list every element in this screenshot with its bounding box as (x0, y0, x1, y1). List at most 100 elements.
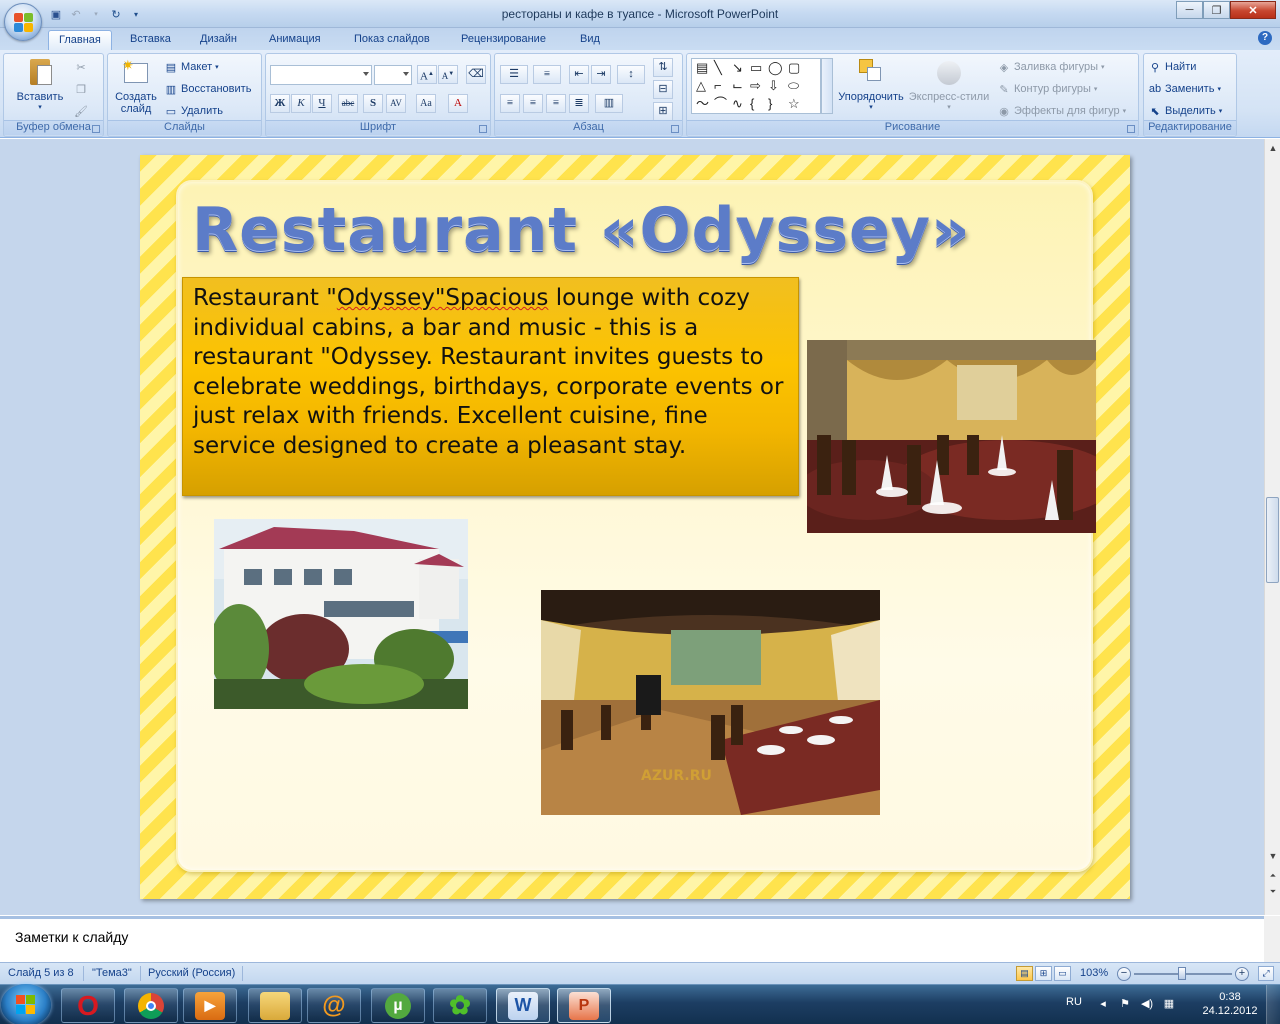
volume-icon[interactable]: ◀) (1140, 997, 1154, 1011)
input-language[interactable]: RU (1066, 996, 1082, 1008)
grow-font-button[interactable]: A▲ (417, 65, 437, 84)
maximize-button[interactable]: ❐ (1203, 1, 1230, 19)
strikethrough-button[interactable]: abc (338, 94, 358, 113)
rectangle-shape-icon[interactable]: ▭ (750, 61, 762, 75)
restaurant-hall-photo[interactable]: AZUR.RU (541, 590, 880, 815)
slide-title[interactable]: Restaurant «Odyssey» (192, 195, 1072, 265)
clock[interactable]: 0:38 24.12.2012 (1200, 990, 1260, 1018)
clear-format-icon[interactable]: ⌫ (466, 65, 486, 84)
justify-button[interactable]: ≣ (569, 94, 589, 113)
underline-button[interactable]: Ч (312, 94, 332, 113)
network-icon[interactable]: ▦ (1162, 997, 1176, 1011)
bullets-button[interactable]: ☰ (500, 65, 528, 84)
star-shape-icon[interactable]: ☆ (788, 97, 800, 111)
tab-review[interactable]: Рецензирование (451, 30, 556, 50)
copy-button[interactable]: ❐ (74, 80, 88, 98)
increase-indent-button[interactable]: ⇥ (591, 65, 611, 84)
zoom-level[interactable]: 103% (1080, 967, 1108, 979)
paragraph-launcher-icon[interactable] (671, 125, 679, 133)
down-arrow-shape-icon[interactable]: ⇩ (768, 79, 779, 93)
left-brace-shape-icon[interactable]: { (750, 97, 754, 111)
start-button[interactable] (1, 984, 51, 1024)
shape-effects-button[interactable]: ◉ Эффекты для фигур ▾ (997, 102, 1126, 120)
shadow-button[interactable]: S (363, 94, 383, 113)
zoom-in-icon[interactable]: + (1235, 967, 1249, 981)
align-left-button[interactable]: ≡ (500, 94, 520, 113)
smartart-button[interactable]: ⊞ (653, 102, 673, 121)
font-size-combo[interactable] (374, 65, 412, 85)
scroll-thumb[interactable] (1266, 497, 1279, 583)
close-button[interactable]: ✕ (1230, 1, 1276, 19)
oval-shape-icon[interactable]: ◯ (768, 61, 783, 75)
change-case-button[interactable]: Aa (416, 94, 436, 113)
triangle-shape-icon[interactable]: △ (696, 79, 706, 93)
flowchart-shape-icon[interactable]: ⬭ (788, 79, 799, 93)
spacing-button[interactable]: AV (386, 94, 406, 113)
zoom-slider-thumb[interactable] (1178, 967, 1186, 980)
zoom-out-icon[interactable]: − (1117, 967, 1131, 981)
decrease-indent-button[interactable]: ⇤ (569, 65, 589, 84)
scroll-up-icon[interactable]: ▲ (1268, 143, 1278, 153)
elbow-arrow-icon[interactable]: ⌙ (732, 79, 743, 93)
taskbar-utorrent[interactable]: µ (371, 988, 425, 1023)
line-spacing-button[interactable]: ↕ (617, 65, 645, 84)
slideshow-view-button[interactable]: ▭ (1054, 966, 1071, 981)
tab-view[interactable]: Вид (570, 30, 610, 50)
layout-button[interactable]: ▤ Макет ▾ (164, 58, 219, 76)
font-name-combo[interactable] (270, 65, 372, 85)
notes-scrollbar[interactable] (1264, 916, 1280, 962)
action-center-icon[interactable]: ⚑ (1118, 997, 1132, 1011)
align-text-button[interactable]: ⊟ (653, 80, 673, 99)
shape-fill-button[interactable]: ◈ Заливка фигуры ▾ (997, 58, 1105, 76)
tab-design[interactable]: Дизайн (190, 30, 247, 50)
font-color-button[interactable]: A (448, 94, 468, 113)
slide-body-textbox[interactable]: Restaurant "Odyssey"Spacious lounge with… (182, 277, 799, 496)
shapes-gallery[interactable]: ▤ ╲ ↘ ▭ ◯ ▢ △ ⌐ ⌙ ⇨ ⇩ ⬭ 〜 ⌒ ∿ { } ☆ (691, 58, 821, 114)
taskbar-chrome[interactable] (124, 988, 178, 1023)
right-arrow-shape-icon[interactable]: ⇨ (750, 79, 761, 93)
taskbar-powerpoint[interactable]: P (557, 988, 611, 1023)
language-status[interactable]: Русский (Россия) (148, 967, 235, 979)
scribble-shape-icon[interactable]: ∿ (732, 97, 743, 111)
new-slide-button[interactable]: ✷ Создать слайд (112, 57, 160, 115)
tab-home[interactable]: Главная (48, 30, 112, 50)
arrow-shape-icon[interactable]: ↘ (732, 61, 743, 75)
curve-shape-icon[interactable]: ⌒ (714, 97, 727, 111)
drawing-launcher-icon[interactable] (1127, 125, 1135, 133)
taskbar-explorer[interactable] (248, 988, 302, 1023)
freeform-shape-icon[interactable]: 〜 (696, 97, 709, 111)
previous-slide-icon[interactable]: ⏶ (1268, 871, 1278, 881)
line-shape-icon[interactable]: ╲ (714, 61, 722, 75)
normal-view-button[interactable]: ▤ (1016, 966, 1033, 981)
italic-button[interactable]: К (291, 94, 311, 113)
text-direction-button[interactable]: ⇅ (653, 58, 673, 77)
show-hidden-icons-icon[interactable]: ◂ (1096, 997, 1110, 1011)
select-button[interactable]: ⬉ Выделить ▾ (1148, 102, 1222, 120)
numbering-button[interactable]: ≡ (533, 65, 561, 84)
find-button[interactable]: ⚲ Найти (1148, 58, 1196, 76)
arrange-button[interactable]: Упорядочить ▾ (835, 57, 907, 111)
rounded-rect-shape-icon[interactable]: ▢ (788, 61, 800, 75)
quick-styles-button[interactable]: Экспресс-стили ▾ (907, 57, 991, 111)
align-center-button[interactable]: ≡ (523, 94, 543, 113)
align-right-button[interactable]: ≡ (546, 94, 566, 113)
vertical-scrollbar[interactable]: ▲ ▼ ⏶ ⏷ (1264, 139, 1280, 915)
dining-room-photo[interactable] (807, 340, 1096, 533)
taskbar-opera[interactable]: O (61, 988, 115, 1023)
shrink-font-button[interactable]: A▼ (438, 65, 458, 84)
slide-sorter-button[interactable]: ⊞ (1035, 966, 1052, 981)
delete-slide-button[interactable]: ▭ Удалить (164, 102, 223, 120)
font-launcher-icon[interactable] (479, 125, 487, 133)
minimize-button[interactable]: ─ (1176, 1, 1203, 19)
tab-slideshow[interactable]: Показ слайдов (344, 30, 440, 50)
paste-button[interactable]: Вставить ▾ (10, 57, 70, 111)
columns-button[interactable]: ▥ (595, 94, 623, 113)
fit-to-window-icon[interactable]: ⤢ (1258, 966, 1274, 981)
cut-button[interactable]: ✂ (74, 58, 88, 76)
help-icon[interactable]: ? (1258, 31, 1272, 45)
taskbar-mail-agent[interactable]: @ (307, 988, 361, 1023)
show-desktop-button[interactable] (1266, 985, 1280, 1024)
right-brace-shape-icon[interactable]: } (768, 97, 772, 111)
taskbar-media-player[interactable]: ▶ (183, 988, 237, 1023)
textbox-shape-icon[interactable]: ▤ (696, 61, 708, 75)
